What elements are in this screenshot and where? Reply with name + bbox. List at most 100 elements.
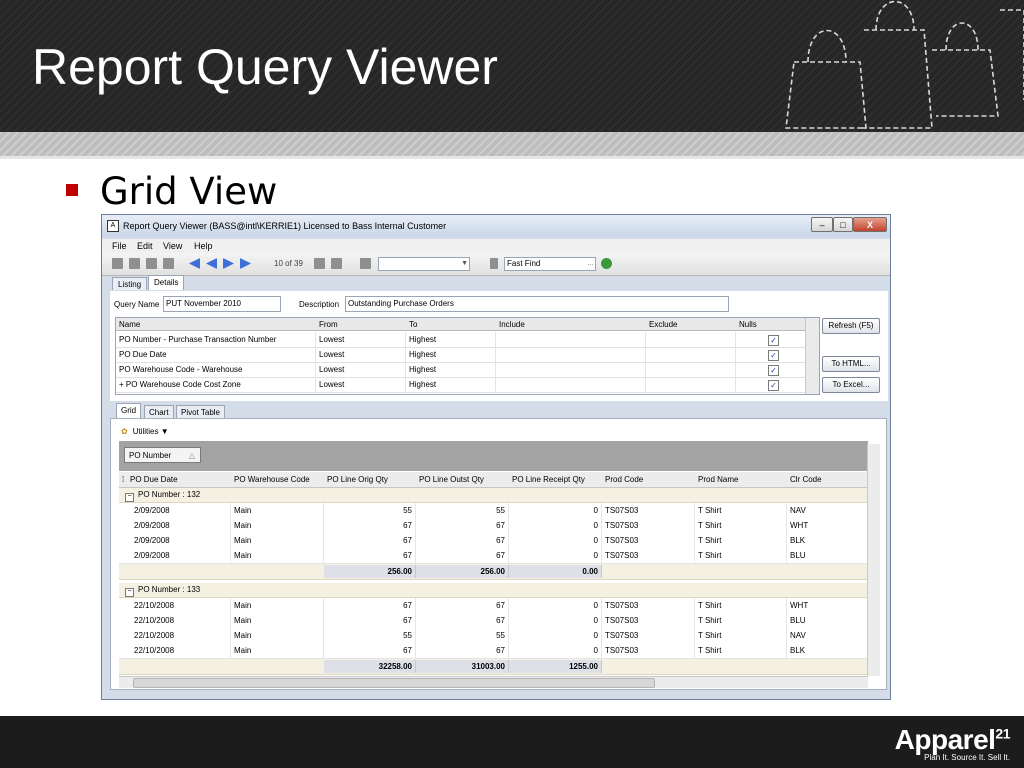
tab-pivot-table[interactable]: Pivot Table	[176, 405, 225, 419]
criteria-include[interactable]	[496, 347, 646, 362]
go-icon[interactable]	[601, 258, 612, 269]
slide-footer	[0, 716, 1024, 768]
to-html-button[interactable]: To HTML...	[822, 356, 880, 372]
tab-listing[interactable]: Listing	[112, 277, 148, 290]
description-field[interactable]: Outstanding Purchase Orders	[345, 296, 729, 312]
logo-super: 21	[995, 725, 1010, 742]
group-row[interactable]: − PO Number : 133	[119, 583, 868, 598]
col-po-due-date[interactable]: PO Due Date	[127, 472, 231, 487]
to-excel-button[interactable]: To Excel...	[822, 377, 880, 393]
col-po-line-orig-qty[interactable]: PO Line Orig Qty	[324, 472, 416, 487]
open-icon[interactable]	[129, 258, 140, 269]
criteria-row[interactable]: + PO Warehouse Code Cost Zone Lowest Hig…	[116, 377, 806, 393]
criteria-from[interactable]: Lowest	[316, 377, 406, 392]
col-prod-code[interactable]: Prod Code	[602, 472, 695, 487]
collapse-icon[interactable]: −	[125, 493, 134, 502]
criteria-to[interactable]: Highest	[406, 332, 496, 347]
close-button[interactable]: X	[853, 217, 887, 232]
filter-combo[interactable]: ▼	[378, 257, 470, 271]
criteria-row[interactable]: PO Due Date Lowest Highest ✓	[116, 347, 806, 363]
group-chip-po-number[interactable]: PO Number △	[124, 447, 201, 463]
minimize-button[interactable]: –	[811, 217, 833, 232]
criteria-row[interactable]: PO Warehouse Code - Warehouse Lowest Hig…	[116, 362, 806, 378]
grid-horizontal-scrollbar[interactable]	[119, 676, 868, 688]
refresh-button[interactable]: Refresh (F5)	[822, 318, 880, 334]
print-icon[interactable]	[163, 258, 174, 269]
last-record-icon[interactable]	[240, 258, 251, 269]
table-row[interactable]: 2/09/2008 Main 67 67 0 TS07S03 T Shirt B…	[119, 533, 868, 549]
menu-view[interactable]: View	[163, 241, 182, 251]
first-record-icon[interactable]	[189, 258, 200, 269]
group-row[interactable]: − PO Number : 132	[119, 488, 868, 503]
criteria-to[interactable]: Highest	[406, 362, 496, 377]
criteria-include[interactable]	[496, 362, 646, 377]
tab-grid[interactable]: Grid	[116, 403, 142, 419]
scrollbar-thumb[interactable]	[133, 678, 655, 688]
save-icon[interactable]	[146, 258, 157, 269]
criteria-scrollbar[interactable]	[805, 318, 819, 394]
next-record-icon[interactable]	[223, 258, 234, 269]
criteria-row[interactable]: PO Number - Purchase Transaction Number …	[116, 332, 806, 348]
cell-due-date: 22/10/2008	[131, 598, 231, 613]
criteria-to[interactable]: Highest	[406, 377, 496, 392]
header-stripe	[0, 132, 1024, 156]
cell-warehouse: Main	[231, 643, 324, 658]
col-po-warehouse-code[interactable]: PO Warehouse Code	[231, 472, 324, 487]
grid-vertical-scrollbar[interactable]	[867, 444, 880, 676]
edit-icon[interactable]	[360, 258, 371, 269]
table-row[interactable]: 22/10/2008 Main 67 67 0 TS07S03 T Shirt …	[119, 613, 868, 629]
cell-orig-qty: 67	[324, 643, 416, 658]
criteria-include[interactable]	[496, 377, 646, 392]
query-name-field[interactable]: PUT November 2010	[163, 296, 281, 312]
fast-find-input[interactable]: Fast Find…	[504, 257, 596, 271]
nulls-checkbox[interactable]: ✓	[768, 350, 779, 361]
table-row[interactable]: 2/09/2008 Main 67 67 0 TS07S03 T Shirt B…	[119, 548, 868, 564]
cell-clr-code: NAV	[787, 503, 868, 518]
window-titlebar[interactable]: A Report Query Viewer (BASS@intl\KERRIE1…	[102, 215, 890, 237]
table-row[interactable]: 2/09/2008 Main 55 55 0 TS07S03 T Shirt N…	[119, 503, 868, 519]
col-po-line-outst-qty[interactable]: PO Line Outst Qty	[416, 472, 509, 487]
collapse-icon[interactable]: −	[125, 588, 134, 597]
tab-details[interactable]: Details	[148, 275, 185, 290]
col-po-line-receipt-qty[interactable]: PO Line Receipt Qty	[509, 472, 602, 487]
criteria-exclude[interactable]	[646, 362, 736, 377]
copy-icon[interactable]	[331, 258, 342, 269]
maximize-button[interactable]: □	[833, 217, 853, 232]
criteria-from[interactable]: Lowest	[316, 332, 406, 347]
col-prod-name[interactable]: Prod Name	[695, 472, 787, 487]
gear-icon: ✿	[121, 427, 128, 436]
table-row[interactable]: 22/10/2008 Main 55 55 0 TS07S03 T Shirt …	[119, 628, 868, 644]
menu-edit[interactable]: Edit	[137, 241, 153, 251]
criteria-from[interactable]: Lowest	[316, 347, 406, 362]
criteria-to[interactable]: Highest	[406, 347, 496, 362]
criteria-exclude[interactable]	[646, 332, 736, 347]
previous-record-icon[interactable]	[206, 258, 217, 269]
utilities-menu[interactable]: ✿ Utilities ▼	[121, 427, 169, 436]
app-icon: A	[107, 220, 119, 232]
criteria-include[interactable]	[496, 332, 646, 347]
menu-help[interactable]: Help	[194, 241, 213, 251]
criteria-exclude[interactable]	[646, 377, 736, 392]
table-row[interactable]: 22/10/2008 Main 67 67 0 TS07S03 T Shirt …	[119, 643, 868, 659]
group-by-area[interactable]: PO Number △	[119, 441, 868, 471]
sort-icon[interactable]	[490, 258, 498, 269]
table-row[interactable]: 2/09/2008 Main 67 67 0 TS07S03 T Shirt W…	[119, 518, 868, 534]
cell-outst-qty: 67	[416, 548, 509, 563]
cell-prod-code: TS07S03	[602, 533, 695, 548]
table-row[interactable]: 22/10/2008 Main 67 67 0 TS07S03 T Shirt …	[119, 598, 868, 614]
cell-prod-code: TS07S03	[602, 613, 695, 628]
nulls-checkbox[interactable]: ✓	[768, 380, 779, 391]
nulls-checkbox[interactable]: ✓	[768, 365, 779, 376]
new-icon[interactable]	[112, 258, 123, 269]
tab-chart[interactable]: Chart	[144, 405, 174, 419]
criteria-header-from: From	[316, 318, 406, 331]
criteria-from[interactable]: Lowest	[316, 362, 406, 377]
col-clr-code[interactable]: Clr Code	[787, 472, 867, 487]
find-icon[interactable]	[314, 258, 325, 269]
brand-logo: Apparel21 Plan It. Source It. Sell It.	[895, 724, 1011, 762]
menu-file[interactable]: File	[112, 241, 127, 251]
criteria-exclude[interactable]	[646, 347, 736, 362]
sort-asc-icon: △	[188, 451, 195, 460]
nulls-checkbox[interactable]: ✓	[768, 335, 779, 346]
cell-prod-name: T Shirt	[695, 613, 787, 628]
